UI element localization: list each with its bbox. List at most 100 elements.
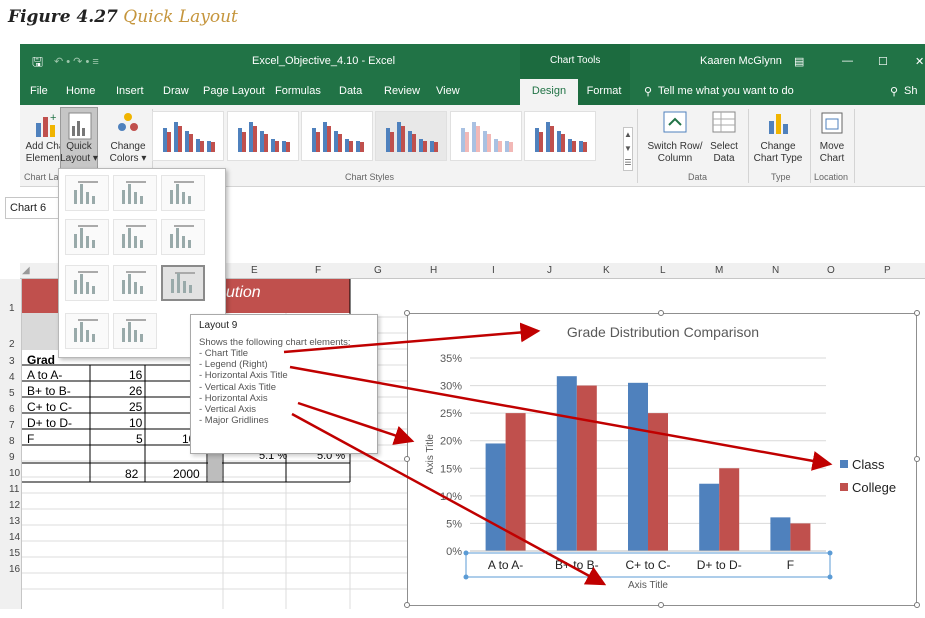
- select-all-corner[interactable]: ◢: [22, 265, 30, 276]
- column-header[interactable]: P: [884, 265, 891, 276]
- row-header[interactable]: 15: [9, 548, 20, 559]
- row-header[interactable]: 14: [9, 532, 20, 543]
- row-header[interactable]: 13: [9, 516, 20, 527]
- column-header[interactable]: E: [251, 265, 258, 276]
- column-header[interactable]: I: [492, 265, 495, 276]
- class-count-cell[interactable]: 16: [129, 368, 142, 382]
- row-header[interactable]: 6: [9, 404, 15, 415]
- tab-draw[interactable]: Draw: [163, 85, 189, 97]
- gallery-scroll[interactable]: ▲ ▼ ☰: [623, 127, 633, 171]
- column-header[interactable]: O: [827, 265, 835, 276]
- class-count-cell[interactable]: 10: [129, 416, 142, 430]
- resize-handle[interactable]: [404, 310, 410, 316]
- move-chart-icon[interactable]: [820, 111, 844, 135]
- tab-formulas[interactable]: Formulas: [275, 85, 321, 97]
- quick-layout-button[interactable]: Quick Layout ▾: [60, 107, 98, 171]
- column-header[interactable]: L: [660, 265, 666, 276]
- change-chart-type-button[interactable]: Change Chart Type: [748, 141, 808, 165]
- chart-style-thumbnail[interactable]: [450, 111, 522, 161]
- header-cell-grade[interactable]: Grad: [27, 353, 55, 367]
- column-header[interactable]: M: [715, 265, 723, 276]
- resize-handle[interactable]: [914, 602, 920, 608]
- grade-cell[interactable]: A to A-: [27, 368, 62, 382]
- resize-handle[interactable]: [914, 456, 920, 462]
- quick-layout-option[interactable]: [161, 265, 205, 301]
- column-header[interactable]: G: [374, 265, 382, 276]
- tab-review[interactable]: Review: [384, 85, 420, 97]
- chart-object[interactable]: Grade Distribution Comparison 0% 5% 10% 15% 2…: [404, 310, 920, 608]
- chart-style-thumbnail[interactable]: [301, 111, 373, 161]
- move-chart-button[interactable]: Move Chart: [810, 141, 854, 165]
- row-header[interactable]: 7: [9, 420, 15, 431]
- column-header[interactable]: N: [772, 265, 779, 276]
- quick-layout-option[interactable]: [65, 265, 109, 301]
- row-header[interactable]: 2: [9, 339, 15, 350]
- class-count-cell[interactable]: 5: [136, 432, 143, 446]
- quick-layout-option[interactable]: [113, 313, 157, 349]
- row-header[interactable]: 4: [9, 372, 15, 383]
- row-header[interactable]: 9: [9, 452, 15, 463]
- row-header[interactable]: 16: [9, 564, 20, 575]
- quick-layout-option[interactable]: [113, 265, 157, 301]
- resize-handle[interactable]: [658, 310, 664, 316]
- chart-style-thumbnail[interactable]: [227, 111, 299, 161]
- resize-handle[interactable]: [914, 310, 920, 316]
- grade-cell[interactable]: F: [27, 432, 34, 446]
- tab-view[interactable]: View: [436, 85, 460, 97]
- row-header[interactable]: 3: [9, 356, 15, 367]
- select-data-icon[interactable]: [712, 111, 736, 133]
- ribbon-display-icon[interactable]: ▤: [794, 55, 804, 68]
- quick-layout-option[interactable]: [161, 175, 205, 211]
- change-colors-button[interactable]: Change Colors ▾: [102, 141, 154, 165]
- tab-insert[interactable]: Insert: [116, 85, 144, 97]
- quick-layout-option[interactable]: [161, 219, 205, 255]
- close-button[interactable]: ✕: [915, 55, 924, 68]
- chart-style-thumbnail[interactable]: [375, 111, 447, 161]
- tab-home[interactable]: Home: [66, 85, 95, 97]
- column-header[interactable]: H: [430, 265, 437, 276]
- resize-handle[interactable]: [658, 602, 664, 608]
- tab-page-layout[interactable]: Page Layout: [203, 85, 265, 97]
- tab-file[interactable]: File: [30, 85, 48, 97]
- column-header[interactable]: F: [315, 265, 321, 276]
- row-header[interactable]: 11: [9, 484, 19, 495]
- row-header[interactable]: 5: [9, 388, 15, 399]
- class-count-cell[interactable]: 26: [129, 384, 142, 398]
- switch-row-column-icon[interactable]: [663, 111, 687, 133]
- share-button[interactable]: Sh: [904, 85, 917, 97]
- quick-layout-option[interactable]: [65, 175, 109, 211]
- change-chart-type-icon[interactable]: [766, 111, 790, 135]
- switch-row-column-button[interactable]: Switch Row/ Column: [642, 141, 708, 165]
- sheet-title-cell[interactable]: ution: [226, 284, 261, 302]
- total-class-cell[interactable]: 82: [125, 467, 138, 481]
- total-college-cell[interactable]: 2000: [173, 467, 200, 481]
- class-count-cell[interactable]: 25: [129, 400, 142, 414]
- quick-layout-option[interactable]: [113, 175, 157, 211]
- resize-handle[interactable]: [404, 456, 410, 462]
- column-header[interactable]: K: [603, 265, 610, 276]
- quick-layout-option[interactable]: [113, 219, 157, 255]
- undo-icon[interactable]: ↶ • ↷ • ≡: [54, 55, 99, 68]
- column-header[interactable]: J: [547, 265, 552, 276]
- share-icon[interactable]: ⚲: [890, 85, 898, 98]
- minimize-button[interactable]: —: [842, 55, 853, 67]
- tab-design[interactable]: Design: [520, 79, 578, 105]
- quick-layout-option[interactable]: [65, 313, 109, 349]
- user-name[interactable]: Kaaren McGlynn: [700, 55, 782, 67]
- grade-cell[interactable]: C+ to C-: [27, 400, 72, 414]
- save-icon[interactable]: 🖫: [32, 53, 43, 75]
- change-colors-icon[interactable]: [116, 111, 140, 137]
- resize-handle[interactable]: [404, 602, 410, 608]
- row-header[interactable]: 10: [9, 468, 20, 479]
- row-header[interactable]: 1: [9, 303, 15, 314]
- restore-button[interactable]: ☐: [878, 55, 888, 68]
- name-box[interactable]: Chart 6: [5, 197, 61, 219]
- row-header[interactable]: 12: [9, 500, 20, 511]
- grade-cell[interactable]: D+ to D-: [27, 416, 72, 430]
- tab-format[interactable]: Format: [578, 79, 630, 105]
- add-chart-element-icon[interactable]: +: [34, 111, 60, 139]
- grade-cell[interactable]: B+ to B-: [27, 384, 71, 398]
- tell-me-box[interactable]: Tell me what you want to do: [658, 85, 794, 97]
- select-data-button[interactable]: Select Data: [702, 141, 746, 165]
- chart-style-thumbnail[interactable]: [524, 111, 596, 161]
